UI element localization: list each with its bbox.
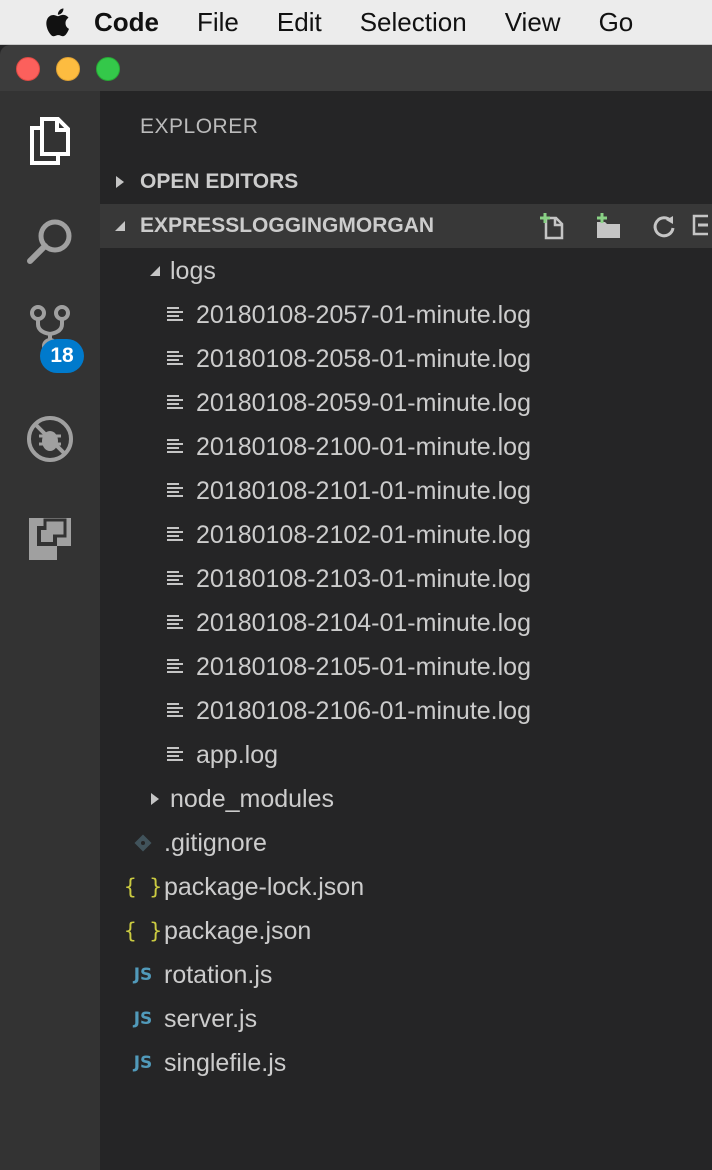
js-icon: JS: [133, 1053, 153, 1073]
open-editors-label: OPEN EDITORS: [140, 170, 299, 193]
json-icon: { }: [124, 919, 162, 943]
file-label: 20180108-2106-01-minute.log: [196, 696, 531, 725]
file-label: rotation.js: [164, 960, 273, 989]
extensions-icon[interactable]: [0, 489, 100, 589]
open-editors-section[interactable]: OPEN EDITORS: [100, 160, 712, 204]
file-row[interactable]: 20180108-2104-01-minute.log: [100, 601, 712, 645]
file-row[interactable]: 20180108-2057-01-minute.log: [100, 293, 712, 337]
activity-bar: 18: [0, 91, 100, 1170]
file-label: 20180108-2103-01-minute.log: [196, 564, 531, 593]
menu-selection[interactable]: Selection: [360, 7, 467, 38]
log-file-icon: [160, 689, 190, 733]
file-row[interactable]: JS singlefile.js: [100, 1041, 712, 1085]
log-file-icon: [160, 469, 190, 513]
refresh-icon[interactable]: [636, 204, 692, 248]
chevron-right-icon: [140, 777, 170, 821]
file-row[interactable]: JS server.js: [100, 997, 712, 1041]
chevron-right-icon: [100, 175, 140, 189]
project-name-label: EXPRESSLOGGINGMORGAN: [140, 214, 435, 237]
menu-view[interactable]: View: [505, 7, 561, 38]
explorer-title: EXPLORER: [140, 115, 259, 138]
log-file-icon: [160, 337, 190, 381]
file-label: .gitignore: [164, 828, 267, 857]
json-icon: { }: [124, 875, 162, 899]
chevron-down-icon: [140, 249, 170, 293]
log-file-icon: [160, 381, 190, 425]
log-file-icon: [160, 425, 190, 469]
file-row[interactable]: app.log: [100, 733, 712, 777]
macos-menu-bar: Code File Edit Selection View Go: [0, 0, 712, 45]
files-icon[interactable]: [0, 91, 100, 191]
window-zoom-button[interactable]: [96, 57, 120, 81]
menu-edit[interactable]: Edit: [277, 7, 322, 38]
file-row[interactable]: 20180108-2101-01-minute.log: [100, 469, 712, 513]
file-row[interactable]: 20180108-2105-01-minute.log: [100, 645, 712, 689]
js-icon: JS: [133, 1009, 153, 1029]
new-file-icon[interactable]: [524, 204, 580, 248]
collapse-all-icon[interactable]: [692, 204, 712, 248]
file-label: 20180108-2058-01-minute.log: [196, 344, 531, 373]
file-label: 20180108-2059-01-minute.log: [196, 388, 531, 417]
new-folder-icon[interactable]: [580, 204, 636, 248]
debug-icon[interactable]: [0, 389, 100, 489]
folder-node-modules[interactable]: node_modules: [100, 777, 712, 821]
file-label: 20180108-2101-01-minute.log: [196, 476, 531, 505]
menu-go[interactable]: Go: [599, 7, 634, 38]
file-label: 20180108-2104-01-minute.log: [196, 608, 531, 637]
file-row[interactable]: .gitignore: [100, 821, 712, 865]
file-label: app.log: [196, 740, 279, 769]
apple-menu-icon[interactable]: [42, 7, 72, 37]
window-titlebar: [0, 45, 712, 91]
file-label: 20180108-2100-01-minute.log: [196, 432, 531, 461]
file-row[interactable]: { } package-lock.json: [100, 865, 712, 909]
chevron-down-icon: [100, 220, 140, 232]
explorer-actions: [524, 204, 712, 248]
js-icon: JS: [133, 965, 153, 985]
menu-app-code[interactable]: Code: [94, 7, 159, 38]
file-row[interactable]: { } package.json: [100, 909, 712, 953]
file-label: 20180108-2102-01-minute.log: [196, 520, 531, 549]
file-row[interactable]: 20180108-2059-01-minute.log: [100, 381, 712, 425]
file-label: singlefile.js: [164, 1048, 287, 1077]
window-minimize-button[interactable]: [56, 57, 80, 81]
explorer-sidebar: EXPLORER OPEN EDITORS EXPRESSLOGGINGMORG…: [100, 91, 712, 1170]
folder-label: node_modules: [170, 784, 335, 813]
file-row[interactable]: JS rotation.js: [100, 953, 712, 997]
folder-logs[interactable]: logs: [100, 249, 712, 293]
git-icon: [128, 821, 158, 865]
file-row[interactable]: 20180108-2103-01-minute.log: [100, 557, 712, 601]
file-label: package-lock.json: [164, 872, 365, 901]
log-file-icon: [160, 293, 190, 337]
file-label: server.js: [164, 1004, 258, 1033]
file-label: package.json: [164, 916, 312, 945]
folder-label: logs: [170, 256, 216, 285]
log-file-icon: [160, 513, 190, 557]
file-label: 20180108-2057-01-minute.log: [196, 300, 531, 329]
log-file-icon: [160, 557, 190, 601]
project-section[interactable]: EXPRESSLOGGINGMORGAN: [100, 204, 712, 248]
scm-badge: 18: [40, 339, 84, 373]
file-row[interactable]: 20180108-2100-01-minute.log: [100, 425, 712, 469]
file-label: 20180108-2105-01-minute.log: [196, 652, 531, 681]
search-icon[interactable]: [0, 191, 100, 291]
log-file-icon: [160, 733, 190, 777]
menu-file[interactable]: File: [197, 7, 239, 38]
log-file-icon: [160, 601, 190, 645]
file-row[interactable]: 20180108-2058-01-minute.log: [100, 337, 712, 381]
window-close-button[interactable]: [16, 57, 40, 81]
file-row[interactable]: 20180108-2106-01-minute.log: [100, 689, 712, 733]
log-file-icon: [160, 645, 190, 689]
file-row[interactable]: 20180108-2102-01-minute.log: [100, 513, 712, 557]
